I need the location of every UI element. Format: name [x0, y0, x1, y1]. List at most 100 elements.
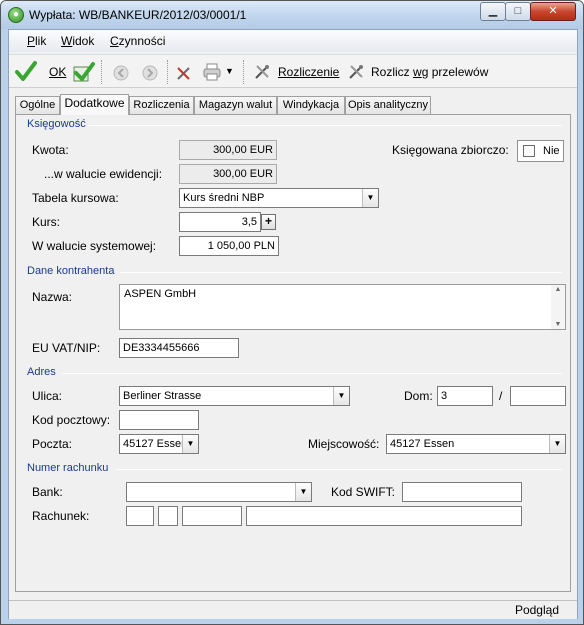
- menu-plik[interactable]: Plik: [27, 34, 46, 48]
- rachunek-part-1-field[interactable]: [126, 506, 154, 526]
- section-divider: [62, 373, 562, 374]
- tab-opis-analityczny[interactable]: Opis analityczny: [345, 96, 431, 114]
- tab-ogolne[interactable]: Ogólne: [15, 96, 60, 114]
- miejscowosc-value: 45127 Essen: [390, 438, 455, 450]
- kurs-plus-button[interactable]: +: [261, 214, 276, 230]
- window-body: Plik Widok Czynności OK ▼ Rozliczenie Ro…: [8, 29, 578, 619]
- dom-field[interactable]: 3: [437, 386, 493, 406]
- kod-pocztowy-field[interactable]: [119, 410, 199, 430]
- w-walucie-systemowej-label: W walucie systemowej:: [32, 239, 157, 253]
- lokal-field[interactable]: [510, 386, 566, 406]
- bank-label: Bank:: [32, 485, 63, 499]
- chevron-down-icon[interactable]: ▼: [549, 435, 565, 453]
- rozlicz-label-accel: w: [413, 65, 422, 79]
- tab-magazyn-walut[interactable]: Magazyn walut: [194, 96, 277, 114]
- toolbar-separator: [243, 60, 244, 84]
- ulica-select[interactable]: Berliner Strasse ▼: [119, 386, 350, 406]
- back-icon[interactable]: [113, 65, 129, 81]
- section-divider: [116, 469, 562, 470]
- poczta-select[interactable]: 45127 Essen ▼: [119, 434, 199, 454]
- print-icon[interactable]: [202, 63, 222, 81]
- section-adres-title: Adres: [27, 366, 56, 378]
- rozliczenie-icon: [255, 65, 269, 79]
- w-walucie-ewidencji-field: 300,00 EUR: [179, 164, 277, 184]
- section-ksiegowosc-title: Księgowość: [27, 118, 86, 130]
- app-window: ● Wypłata: WB/BANKEUR/2012/03/0001/1 ▁ □…: [0, 0, 584, 625]
- tab-dodatkowe[interactable]: Dodatkowe: [60, 94, 129, 115]
- kwota-field: 300,00 EUR: [179, 140, 277, 160]
- ulica-value: Berliner Strasse: [123, 390, 202, 402]
- miejscowosc-label: Miejscowość:: [308, 437, 380, 451]
- toolbar-separator: [167, 60, 168, 84]
- lokal-separator: /: [499, 389, 503, 403]
- dropdown-arrow-icon[interactable]: ▼: [225, 66, 234, 76]
- rachunek-part-2-field[interactable]: [158, 506, 178, 526]
- eu-vat-nip-field[interactable]: DE3334455666: [119, 338, 239, 358]
- ulica-label: Ulica:: [32, 389, 63, 403]
- chevron-down-icon[interactable]: ▼: [295, 483, 311, 501]
- tab-rozliczenia[interactable]: Rozliczenia: [129, 96, 194, 114]
- kod-swift-label: Kod SWIFT:: [331, 485, 396, 499]
- miejscowosc-select[interactable]: 45127 Essen ▼: [386, 434, 566, 454]
- rozliczenie-label: Rozliczenie: [278, 65, 340, 79]
- maximize-button[interactable]: □: [505, 2, 531, 21]
- rachunek-part-4-field[interactable]: [246, 506, 522, 526]
- nazwa-value: ASPEN GmbH: [124, 288, 197, 300]
- section-divider: [88, 125, 562, 126]
- nazwa-scrollbar[interactable]: ▲ ▼: [551, 285, 565, 329]
- status-bar: Podgląd: [9, 600, 577, 619]
- ksiegowana-zbiorczo-value: Nie: [543, 145, 560, 157]
- tabela-kursowa-label: Tabela kursowa:: [32, 191, 119, 205]
- kod-swift-field[interactable]: [402, 482, 522, 502]
- tab-strip: Ogólne Dodatkowe Rozliczenia Magazyn wal…: [9, 94, 577, 115]
- w-walucie-systemowej-field[interactable]: 1 050,00 PLN: [179, 236, 279, 256]
- dom-label: Dom:: [404, 389, 433, 403]
- ok-label: OK: [49, 65, 67, 79]
- menu-czynnosci-accel: C: [110, 34, 119, 48]
- section-rachunek-title: Numer rachunku: [27, 462, 109, 474]
- tabela-kursowa-select[interactable]: Kurs średni NBP ▼: [179, 188, 379, 208]
- rozlicz-icon: [349, 65, 363, 79]
- rachunek-part-3-field[interactable]: [182, 506, 242, 526]
- eu-vat-nip-label: EU VAT/NIP:: [32, 341, 101, 355]
- section-divider: [120, 272, 562, 273]
- checkbox-box: [523, 145, 535, 157]
- tab-windykacja[interactable]: Windykacja: [277, 96, 345, 114]
- toolbar: OK ▼ Rozliczenie Rozlicz wg przelewów: [9, 54, 577, 88]
- menu-widok[interactable]: Widok: [61, 34, 94, 48]
- close-button[interactable]: ✕: [530, 2, 576, 21]
- rozliczenie-button[interactable]: Rozliczenie: [253, 60, 339, 84]
- chevron-down-icon[interactable]: ▼: [182, 435, 198, 453]
- tab-panel-dodatkowe: Księgowość Kwota: 300,00 EUR Księgowana …: [15, 114, 571, 592]
- ksiegowana-zbiorczo-label: Księgowana zbiorczo:: [392, 143, 509, 157]
- poczta-label: Poczta:: [32, 437, 73, 451]
- menu-bar: Plik Widok Czynności: [9, 30, 577, 52]
- window-title: Wypłata: WB/BANKEUR/2012/03/0001/1: [29, 8, 247, 22]
- menu-czynnosci[interactable]: Czynności: [110, 34, 165, 48]
- ok-button[interactable]: OK: [15, 60, 71, 84]
- section-kontrahent-title: Dane kontrahenta: [27, 265, 115, 277]
- check-green-icon[interactable]: [73, 61, 95, 83]
- poczta-value: 45127 Essen: [123, 438, 188, 450]
- kod-pocztowy-label: Kod pocztowy:: [32, 413, 111, 427]
- scroll-up-icon[interactable]: ▲: [551, 286, 565, 293]
- chevron-down-icon[interactable]: ▼: [362, 189, 378, 207]
- bank-select[interactable]: ▼: [126, 482, 312, 502]
- rozlicz-wg-przelewow-button[interactable]: Rozlicz wg przelewów: [347, 60, 497, 84]
- app-icon: ●: [8, 7, 24, 23]
- ok-check-icon: [15, 61, 37, 81]
- kurs-field[interactable]: 3,5: [179, 212, 261, 232]
- nazwa-textarea[interactable]: ASPEN GmbH ▲ ▼: [119, 284, 566, 330]
- chevron-down-icon[interactable]: ▼: [333, 387, 349, 405]
- minimize-button[interactable]: ▁: [480, 2, 506, 21]
- forward-icon[interactable]: [142, 65, 158, 81]
- kurs-label: Kurs:: [32, 215, 61, 229]
- tabela-kursowa-value: Kurs średni NBP: [183, 192, 265, 204]
- status-mode-text: Podgląd: [514, 603, 559, 617]
- tools-icon[interactable]: [175, 64, 193, 82]
- scroll-down-icon[interactable]: ▼: [551, 321, 565, 328]
- menu-plik-accel: P: [27, 34, 36, 48]
- ksiegowana-zbiorczo-checkbox[interactable]: Nie: [517, 140, 564, 162]
- title-bar[interactable]: ● Wypłata: WB/BANKEUR/2012/03/0001/1 ▁ □…: [1, 1, 583, 29]
- nazwa-label: Nazwa:: [32, 290, 73, 304]
